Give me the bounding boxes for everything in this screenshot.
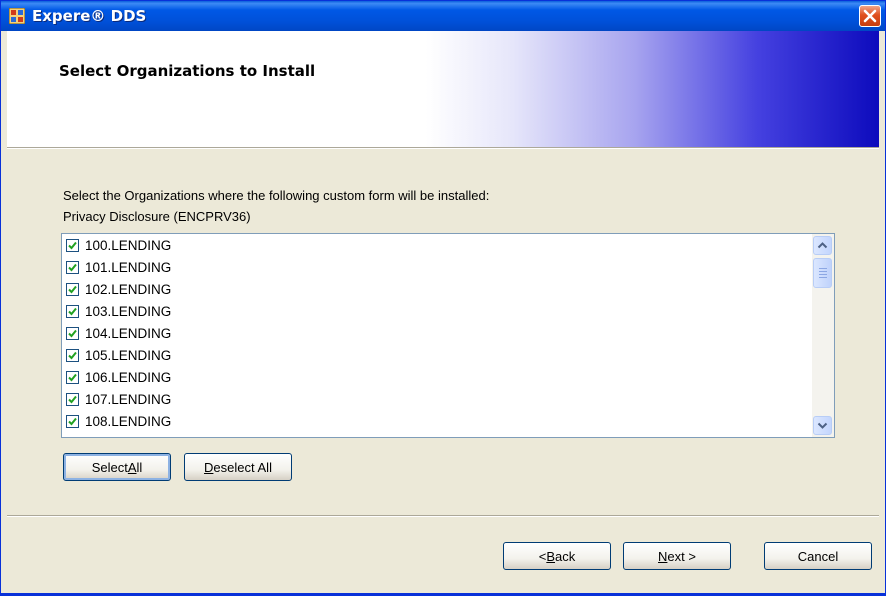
list-item-label: 102.LENDING [85,281,172,297]
select-all-accel: A [127,459,137,475]
list-item[interactable]: 100.LENDING [66,234,171,256]
checkbox[interactable] [66,392,79,406]
checkmark-icon [68,329,77,337]
next-rest: ext > [667,548,696,564]
page-title: Select Organizations to Install [59,62,316,80]
list-item-label: 106.LENDING [85,369,172,385]
checkbox[interactable] [66,282,79,296]
list-item[interactable]: 101.LENDING [66,256,171,278]
grip-line [819,271,827,272]
window-title: Expere® DDS [32,7,147,25]
deselect-all-accel: D [204,459,214,475]
checkmark-icon [68,263,77,271]
list-item[interactable]: 106.LENDING [66,366,171,388]
list-item-label: 101.LENDING [85,259,172,275]
organizations-list[interactable]: 100.LENDING 101.LENDING 102.LENDING 103.… [61,233,835,438]
checkbox[interactable] [66,238,79,252]
close-button[interactable] [859,5,881,27]
checkmark-icon [68,351,77,359]
list-item[interactable]: 105.LENDING [66,344,171,366]
next-accel: N [658,548,668,564]
list-item-label: 104.LENDING [85,325,172,341]
grip-line [819,274,827,275]
checkmark-icon [68,373,77,381]
scroll-down-button[interactable] [813,416,832,435]
list-item-label: 103.LENDING [85,303,172,319]
chevron-down-icon [817,422,828,429]
list-item[interactable]: 104.LENDING [66,322,171,344]
scroll-thumb[interactable] [813,258,832,288]
checkbox[interactable] [66,260,79,274]
checkbox[interactable] [66,414,79,428]
header-divider [7,147,879,149]
deselect-all-rest: eselect All [213,459,272,475]
list-item[interactable]: 102.LENDING [66,278,171,300]
back-accel: B [546,548,556,564]
list-item-label: 100.LENDING [85,237,172,253]
select-all-text: Select [91,459,128,475]
next-button[interactable]: Next > [623,542,731,570]
checkbox[interactable] [66,326,79,340]
list-item-label: 108.LENDING [85,413,172,429]
list-item-label: 107.LENDING [85,391,172,407]
footer-divider [7,515,879,517]
list-item[interactable]: 107.LENDING [66,388,171,410]
back-button[interactable]: < Back [503,542,611,570]
grip-line [819,268,827,269]
deselect-all-button[interactable]: Deselect All [184,453,292,481]
checkmark-icon [68,395,77,403]
list-item[interactable]: 103.LENDING [66,300,171,322]
window-bottom-border [1,593,885,595]
wizard-header [7,31,879,147]
list-item-label: 105.LENDING [85,347,172,363]
checkmark-icon [68,241,77,249]
checkbox[interactable] [66,348,79,362]
checkbox[interactable] [66,370,79,384]
list-item[interactable]: 108.LENDING [66,410,171,432]
grip-line [819,277,827,278]
cancel-button[interactable]: Cancel [764,542,872,570]
installer-window: Expere® DDS Select Organizations to Inst… [0,0,886,596]
vertical-scrollbar[interactable] [812,234,834,437]
instruction-text: Select the Organizations where the follo… [63,188,490,203]
close-icon [863,9,877,23]
select-all-rest: ll [136,459,143,475]
app-icon [9,8,25,24]
title-bar[interactable]: Expere® DDS [1,1,885,31]
checkbox[interactable] [66,304,79,318]
chevron-up-icon [817,242,828,249]
checkmark-icon [68,307,77,315]
back-text: < [538,548,547,564]
scroll-up-button[interactable] [813,236,832,255]
checkmark-icon [68,417,77,425]
form-name: Privacy Disclosure (ENCPRV36) [63,209,251,224]
back-rest: ack [555,548,576,564]
checkmark-icon [68,285,77,293]
select-all-button[interactable]: Select All [63,453,171,481]
